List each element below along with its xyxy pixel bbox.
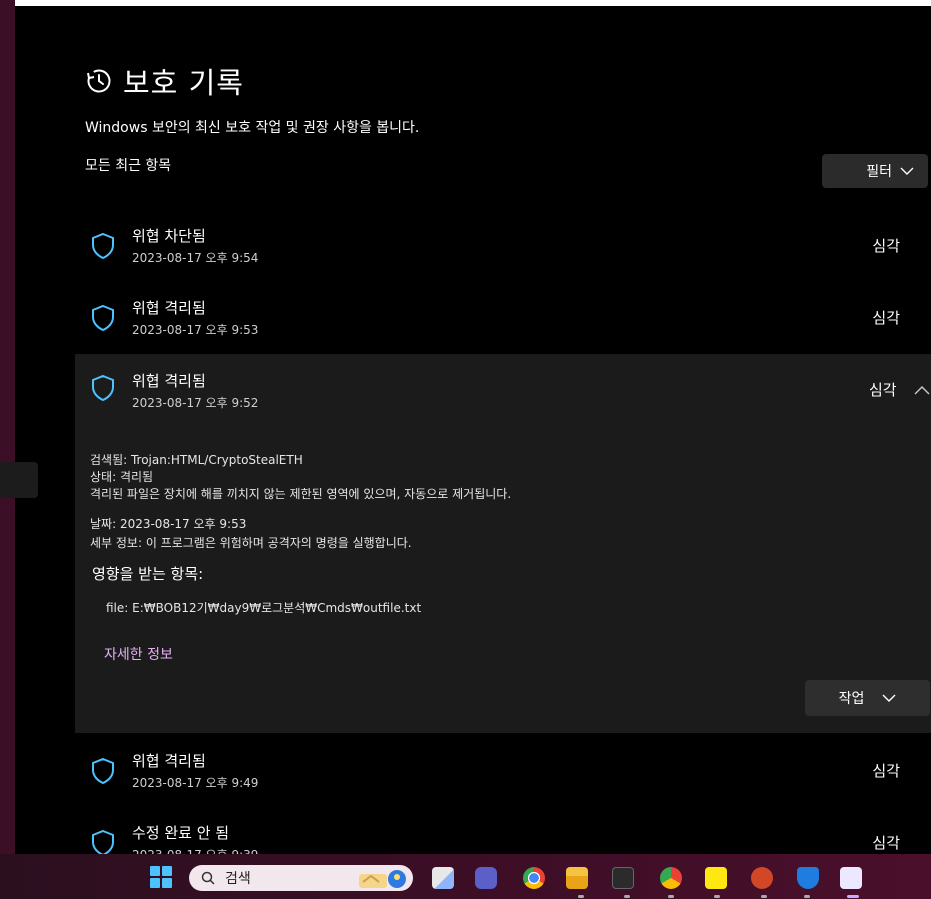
- shield-icon: [92, 757, 114, 785]
- severity-label: 심각: [869, 381, 897, 399]
- history-item[interactable]: 수정 완료 안 됨 2023-08-17 오후 9:39 심각: [75, 815, 931, 854]
- chevron-down-icon: [900, 167, 914, 175]
- affected-file-path: file: E:₩BOB12기₩day9₩로그분석₩Cmds₩outfile.t…: [106, 601, 422, 615]
- shield-icon: [92, 374, 114, 402]
- filter-button[interactable]: 필터: [822, 154, 928, 188]
- item-title: 위협 차단됨: [132, 227, 206, 245]
- item-date: 2023-08-17 오후 9:53: [132, 323, 259, 337]
- severity-label: 심각: [872, 834, 900, 852]
- search-label: 검색: [225, 871, 251, 887]
- threat-date: 날짜: 2023-08-17 오후 9:53: [90, 517, 247, 531]
- history-icon: [87, 69, 111, 93]
- running-indicator: [761, 895, 767, 898]
- item-title: 위협 격리됨: [132, 299, 206, 317]
- history-item[interactable]: 위협 격리됨 2023-08-17 오후 9:49 심각: [75, 743, 931, 803]
- expanded-history-item: 위협 격리됨 2023-08-17 오후 9:52 심각 검색됨: Trojan…: [75, 354, 931, 733]
- history-item[interactable]: 위협 격리됨 2023-08-17 오후 9:53 심각: [75, 290, 931, 350]
- snipping-tool-icon[interactable]: [840, 867, 862, 889]
- history-item-header[interactable]: 위협 격리됨 2023-08-17 오후 9:52 심각: [75, 354, 931, 424]
- threat-info: 세부 정보: 이 프로그램은 위험하며 공격자의 명령을 실행합니다.: [90, 536, 412, 550]
- running-indicator: [624, 895, 630, 898]
- page-header: 보호 기록: [85, 60, 244, 102]
- kakaotalk-icon[interactable]: [705, 867, 727, 889]
- active-indicator: [847, 895, 859, 898]
- running-indicator: [578, 895, 584, 898]
- shield-icon: [92, 304, 114, 332]
- item-date: 2023-08-17 오후 9:49: [132, 776, 259, 790]
- section-label: 모든 최근 항목: [85, 158, 172, 174]
- actions-button[interactable]: 작업: [805, 680, 930, 716]
- actions-label: 작업: [838, 691, 865, 707]
- page-title: 보호 기록: [123, 66, 244, 100]
- windows-start-icon[interactable]: [150, 866, 172, 888]
- affected-items-heading: 영향을 받는 항목:: [92, 565, 204, 583]
- running-indicator: [804, 895, 810, 898]
- running-indicator: [714, 895, 720, 898]
- taskbar-search-box[interactable]: 검색: [189, 865, 413, 891]
- taskbar: [0, 854, 931, 899]
- powerpoint-icon[interactable]: [751, 867, 773, 889]
- terminal-icon[interactable]: [612, 867, 634, 889]
- item-date: 2023-08-17 오후 9:39: [132, 846, 258, 854]
- severity-label: 심각: [872, 237, 900, 255]
- history-item[interactable]: 위협 차단됨 2023-08-17 오후 9:54 심각: [75, 218, 931, 278]
- item-title: 위협 격리됨: [132, 372, 206, 390]
- teams-chat-icon[interactable]: [475, 867, 497, 889]
- item-title: 수정 완료 안 됨: [132, 824, 230, 842]
- item-date: 2023-08-17 오후 9:54: [132, 251, 259, 265]
- search-highlight-icon: [359, 870, 406, 888]
- chrome-icon[interactable]: [523, 867, 545, 889]
- running-indicator: [668, 895, 674, 898]
- shield-icon: [92, 232, 114, 260]
- chrome-profile-icon[interactable]: [660, 867, 682, 889]
- task-view-icon[interactable]: [432, 867, 454, 889]
- window-top-edge: [15, 0, 931, 6]
- background-window-edge: [0, 462, 38, 498]
- detected-threat: 검색됨: Trojan:HTML/CryptoStealETH: [90, 453, 303, 467]
- chevron-down-icon: [882, 694, 896, 702]
- filter-label: 필터: [866, 164, 892, 180]
- more-info-link[interactable]: 자세한 정보: [104, 644, 173, 664]
- chevron-up-icon[interactable]: [914, 385, 930, 395]
- file-explorer-icon[interactable]: [566, 867, 588, 889]
- windows-security-icon[interactable]: [797, 867, 819, 889]
- shield-icon: [92, 829, 114, 854]
- threat-description: 격리된 파일은 장치에 해를 끼치지 않는 제한된 영역에 있으며, 자동으로 …: [90, 487, 512, 501]
- severity-label: 심각: [872, 762, 900, 780]
- threat-status: 상태: 격리됨: [90, 470, 154, 484]
- search-icon: [201, 871, 215, 885]
- severity-label: 심각: [872, 309, 900, 327]
- protection-history-window: 보호 기록 Windows 보안의 최신 보호 작업 및 권장 사항을 봅니다.…: [15, 0, 931, 854]
- page-subtitle: Windows 보안의 최신 보호 작업 및 권장 사항을 봅니다.: [85, 120, 420, 136]
- item-title: 위협 격리됨: [132, 752, 206, 770]
- item-date: 2023-08-17 오후 9:52: [132, 396, 259, 410]
- desktop-background: [0, 0, 15, 854]
